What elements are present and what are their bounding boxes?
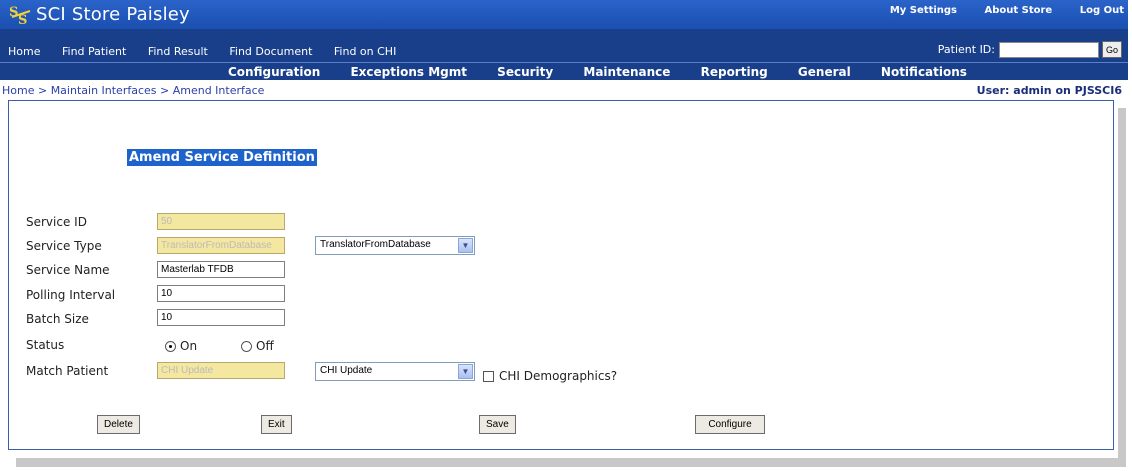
sci-logo-icon: S S [9,5,31,27]
breadcrumb[interactable]: Home > Maintain Interfaces > Amend Inter… [2,84,264,97]
service-id-label: Service ID [26,215,87,229]
service-type-label: Service Type [26,239,102,253]
amend-service-panel: Amend Service Definition Service ID Serv… [8,100,1114,450]
batch-size-field[interactable] [157,309,285,326]
status-off-label: Off [256,339,274,353]
radio-selected-icon [165,340,176,352]
status-off-radio[interactable]: Off [241,339,274,353]
menu-exceptions-mgmt[interactable]: Exceptions Mgmt [350,65,467,79]
save-button[interactable]: Save [479,415,516,434]
menu-general[interactable]: General [798,65,851,79]
svg-text:S: S [9,5,18,20]
exit-button[interactable]: Exit [261,415,292,434]
service-type-field [157,237,285,254]
crumb-bar: Home > Maintain Interfaces > Amend Inter… [0,82,1128,100]
match-patient-field [157,362,285,379]
menu-configuration[interactable]: Configuration [228,65,320,79]
status-on-label: On [180,339,198,353]
my-settings-link[interactable]: My Settings [890,5,957,16]
match-patient-label: Match Patient [26,364,109,378]
batch-size-label: Batch Size [26,312,89,326]
match-patient-select[interactable]: CHI Update ▼ [315,362,475,381]
top-links: My Settings About Store Log Out [866,5,1124,16]
nav-find-patient[interactable]: Find Patient [62,45,126,58]
log-out-link[interactable]: Log Out [1080,5,1124,16]
polling-interval-label: Polling Interval [26,288,116,302]
nav-home[interactable]: Home [8,45,40,58]
nav-find-document[interactable]: Find Document [229,45,312,58]
chi-demographics-checkbox[interactable]: CHI Demographics? [483,369,617,383]
delete-button[interactable]: Delete [97,415,140,434]
page-title: Amend Service Definition [127,149,317,166]
menu-bar: Configuration Exceptions Mgmt Security M… [0,62,1128,80]
patient-search: Patient ID: Go [938,41,1122,58]
polling-interval-field[interactable] [157,285,285,302]
configure-button[interactable]: Configure [695,415,765,434]
service-type-select[interactable]: TranslatorFromDatabase ▼ [315,236,475,255]
chevron-down-icon[interactable]: ▼ [458,364,473,379]
page-shadow [16,458,1126,467]
checkbox-icon[interactable] [483,370,494,382]
about-store-link[interactable]: About Store [985,5,1053,16]
menu-notifications[interactable]: Notifications [881,65,967,79]
app-title: SCI Store Paisley [36,4,190,25]
user-info: User: admin on PJSSCI6 [976,84,1122,97]
go-button[interactable]: Go [1101,41,1122,58]
menu-security[interactable]: Security [497,65,553,79]
main-nav: Home Find Patient Find Result Find Docum… [0,29,1128,62]
menu-reporting[interactable]: Reporting [701,65,768,79]
service-id-field [157,213,285,230]
service-name-field[interactable] [157,261,285,278]
service-name-label: Service Name [26,263,110,277]
page-shadow-right [1118,108,1126,467]
app-header: S S SCI Store Paisley My Settings About … [0,0,1128,29]
match-patient-selected: CHI Update [320,365,373,376]
nav-find-on-chi[interactable]: Find on CHI [334,45,396,58]
service-type-selected: TranslatorFromDatabase [320,239,431,250]
status-on-radio[interactable]: On [165,339,197,353]
menu-maintenance[interactable]: Maintenance [583,65,670,79]
chi-demographics-label: CHI Demographics? [499,369,618,383]
patient-id-input[interactable] [998,41,1099,58]
status-label: Status [26,338,65,352]
chevron-down-icon[interactable]: ▼ [458,238,473,253]
patient-id-label: Patient ID: [937,43,995,56]
nav-find-result[interactable]: Find Result [148,45,208,58]
radio-unselected-icon [241,340,252,352]
